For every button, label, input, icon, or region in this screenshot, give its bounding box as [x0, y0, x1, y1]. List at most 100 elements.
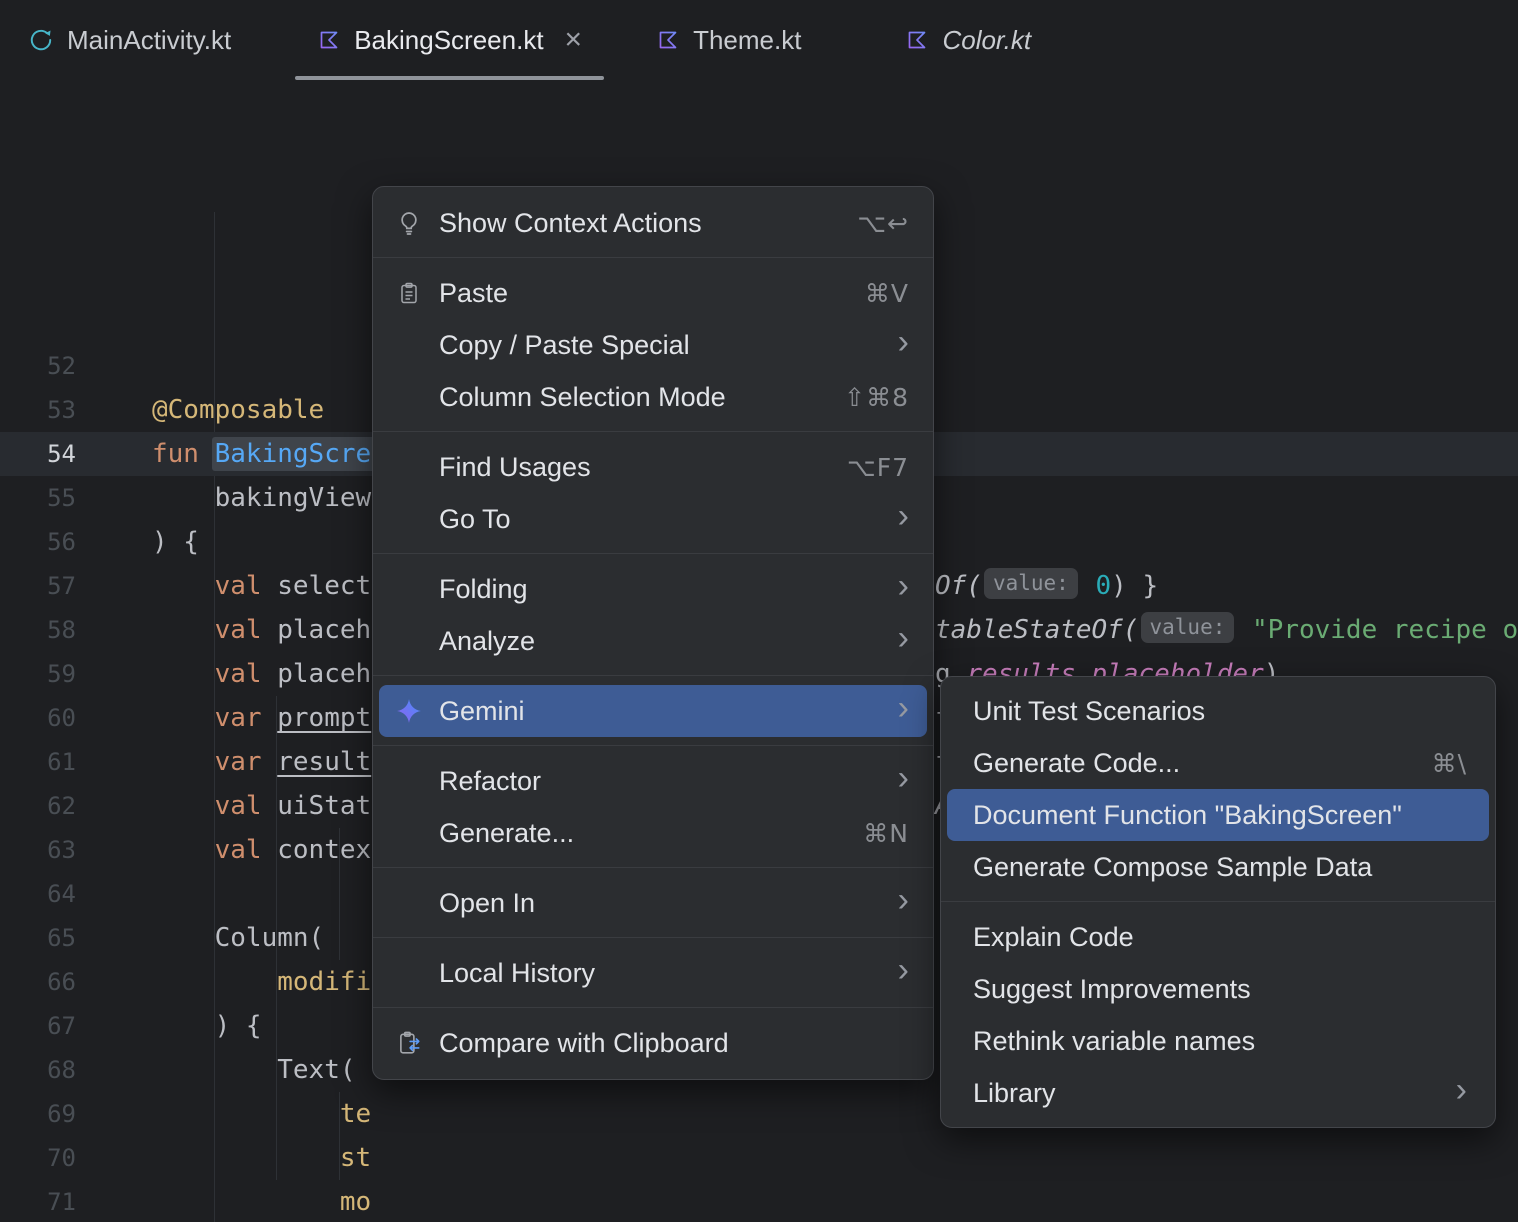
- line-number[interactable]: 54: [0, 432, 76, 476]
- menu-item-local-history[interactable]: Local History ›: [379, 947, 927, 999]
- line-number[interactable]: 55: [0, 476, 76, 520]
- menu-item-label: Column Selection Mode: [439, 381, 726, 412]
- code-text: mo: [339, 1187, 372, 1217]
- menu-item-label: Generate Compose Sample Data: [973, 851, 1373, 882]
- ide-window: MainActivity.kt BakingScreen.kt × Theme.kt C…: [0, 0, 1518, 1222]
- line-number[interactable]: 59: [0, 652, 76, 696]
- chevron-right-icon: ›: [897, 619, 909, 657]
- code-text: val select: [214, 571, 372, 601]
- menu-item-label: Rethink variable names: [973, 1025, 1256, 1056]
- line-number[interactable]: 61: [0, 740, 76, 784]
- menu-separator: [373, 937, 933, 938]
- menu-item-label: Local History: [439, 957, 596, 988]
- editor-tab-mainactivity-kt[interactable]: MainActivity.kt: [0, 0, 259, 80]
- tab-label: Color.kt: [942, 24, 1032, 55]
- menu-separator: [373, 553, 933, 554]
- menu-item-label: Gemini: [439, 695, 525, 726]
- menu-item-copy-paste-special[interactable]: Copy / Paste Special ›: [379, 319, 927, 371]
- menu-item-refactor[interactable]: Refactor ›: [379, 755, 927, 807]
- menu-item-label: Suggest Improvements: [973, 973, 1251, 1004]
- menu-item-label: Show Context Actions: [439, 207, 702, 238]
- menu-separator: [373, 745, 933, 746]
- menu-item-label: Find Usages: [439, 451, 591, 482]
- code-text: @Composable: [152, 395, 325, 425]
- kotlin-icon: [656, 28, 680, 52]
- menu-item-paste[interactable]: Paste ⌘V: [379, 267, 927, 319]
- chevron-right-icon: ›: [897, 567, 909, 605]
- line-number[interactable]: 66: [0, 960, 76, 1004]
- editor-tab-bakingscreen-kt[interactable]: BakingScreen.kt ×: [289, 0, 610, 80]
- menu-item-document-function-bakingscreen[interactable]: Document Function "BakingScreen": [947, 789, 1489, 841]
- menu-item-open-in[interactable]: Open In ›: [379, 877, 927, 929]
- line-number[interactable]: 67: [0, 1004, 76, 1048]
- gemini-submenu: Unit Test Scenarios Generate Code... ⌘\ Doc…: [940, 676, 1496, 1128]
- menu-item-column-selection-mode[interactable]: Column Selection Mode ⇧⌘8: [379, 371, 927, 423]
- code-text: var result: [214, 747, 372, 777]
- line-number[interactable]: 71: [0, 1180, 76, 1222]
- menu-item-label: Unit Test Scenarios: [973, 695, 1206, 726]
- menu-item-label: Explain Code: [973, 921, 1134, 952]
- menu-item-generate-compose-sample-data[interactable]: Generate Compose Sample Data: [947, 841, 1489, 893]
- code-line[interactable]: 70 st: [0, 1136, 1518, 1180]
- tab-label: MainActivity.kt: [67, 24, 232, 55]
- line-number[interactable]: 63: [0, 828, 76, 872]
- code-line[interactable]: 71 mo: [0, 1180, 1518, 1222]
- menu-shortcut: ⌥↩: [857, 208, 909, 238]
- line-number[interactable]: 52: [0, 344, 76, 388]
- menu-item-go-to[interactable]: Go To ›: [379, 493, 927, 545]
- close-icon[interactable]: ×: [565, 25, 583, 55]
- code-text: Text(: [277, 1055, 356, 1085]
- line-number[interactable]: 53: [0, 388, 76, 432]
- line-number[interactable]: 70: [0, 1136, 76, 1180]
- editor-tab-color-kt[interactable]: Color.kt: [877, 0, 1059, 80]
- menu-item-label: Refactor: [439, 765, 542, 796]
- code-text: st: [339, 1143, 372, 1173]
- menu-item-label: Go To: [439, 503, 511, 534]
- line-number[interactable]: 60: [0, 696, 76, 740]
- tab-bar: MainActivity.kt BakingScreen.kt × Theme.kt C…: [0, 0, 1518, 80]
- menu-item-unit-test-scenarios[interactable]: Unit Test Scenarios: [947, 685, 1489, 737]
- line-number[interactable]: 65: [0, 916, 76, 960]
- code-text: var prompt: [214, 703, 372, 733]
- line-number[interactable]: 57: [0, 564, 76, 608]
- menu-item-label: Generate Code...: [973, 747, 1181, 778]
- menu-shortcut: ⌘N: [863, 818, 909, 848]
- chevron-right-icon: ›: [897, 689, 909, 727]
- menu-item-find-usages[interactable]: Find Usages ⌥F7: [379, 441, 927, 493]
- menu-item-gemini[interactable]: Gemini ›: [379, 685, 927, 737]
- line-number[interactable]: 68: [0, 1048, 76, 1092]
- menu-shortcut: ⌘V: [864, 278, 909, 308]
- menu-item-label: Copy / Paste Special: [439, 329, 690, 360]
- menu-shortcut: ⌘\: [1431, 748, 1467, 778]
- code-text: val placeh: [214, 615, 372, 645]
- menu-separator: [373, 257, 933, 258]
- kotlin-icon: [317, 28, 341, 52]
- menu-item-show-context-actions[interactable]: Show Context Actions ⌥↩: [379, 197, 927, 249]
- line-number[interactable]: 69: [0, 1092, 76, 1136]
- menu-item-label: Paste: [439, 277, 509, 308]
- compare-icon: [393, 1030, 425, 1056]
- menu-item-label: Library: [973, 1077, 1056, 1108]
- menu-item-suggest-improvements[interactable]: Suggest Improvements: [947, 963, 1489, 1015]
- code-text: bakingView: [214, 483, 372, 513]
- kotlin-icon: [905, 28, 929, 52]
- menu-separator: [373, 675, 933, 676]
- menu-item-analyze[interactable]: Analyze ›: [379, 615, 927, 667]
- menu-item-generate-code[interactable]: Generate Code... ⌘\: [947, 737, 1489, 789]
- menu-item-label: Analyze: [439, 625, 536, 656]
- code-text: val uiStat: [214, 791, 372, 821]
- menu-item-generate[interactable]: Generate... ⌘N: [379, 807, 927, 859]
- editor-tab-theme-kt[interactable]: Theme.kt: [628, 0, 829, 80]
- line-number[interactable]: 56: [0, 520, 76, 564]
- line-number[interactable]: 64: [0, 872, 76, 916]
- paste-icon: [393, 281, 425, 305]
- code-text: ) {: [152, 527, 199, 557]
- compose-icon: [28, 27, 54, 53]
- menu-item-rethink-variable-names[interactable]: Rethink variable names: [947, 1015, 1489, 1067]
- menu-item-folding[interactable]: Folding ›: [379, 563, 927, 615]
- line-number[interactable]: 58: [0, 608, 76, 652]
- line-number[interactable]: 62: [0, 784, 76, 828]
- menu-item-explain-code[interactable]: Explain Code: [947, 911, 1489, 963]
- menu-item-compare-with-clipboard[interactable]: Compare with Clipboard: [379, 1017, 927, 1069]
- menu-item-library[interactable]: Library ›: [947, 1067, 1489, 1119]
